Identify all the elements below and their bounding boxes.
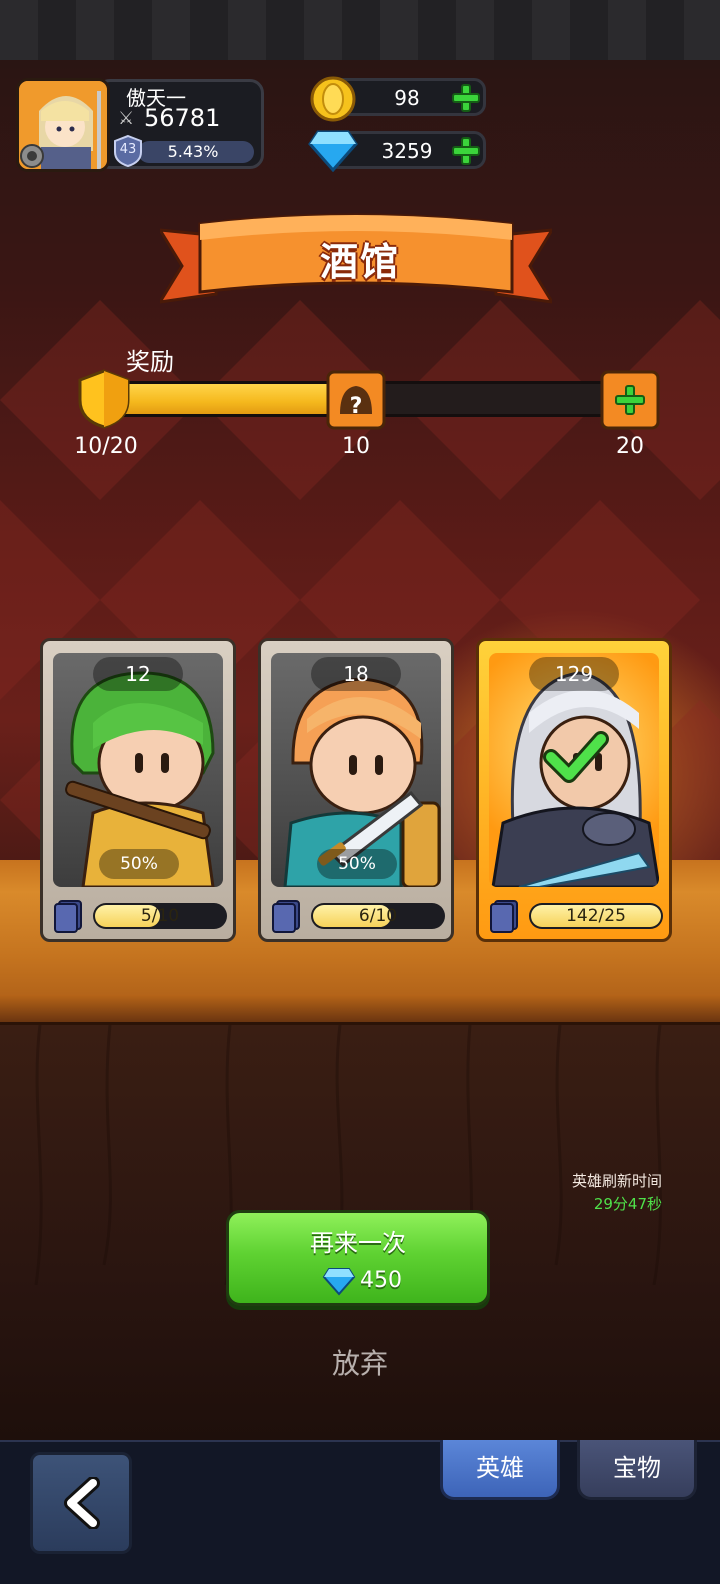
fragment-bar: 6/10 bbox=[311, 903, 445, 929]
card-deck-icon bbox=[490, 900, 518, 933]
milestone-1-label: 10 bbox=[342, 434, 370, 459]
fragment-count: 6/10 bbox=[358, 906, 398, 926]
fragment-count: 142/25 bbox=[566, 906, 626, 926]
diamond-gem-icon bbox=[322, 1268, 356, 1296]
hero-count: 18 bbox=[311, 657, 401, 691]
draw-again-cost: 450 bbox=[360, 1268, 402, 1293]
page-title: 酒馆 bbox=[319, 240, 400, 284]
card-deck-icon bbox=[54, 900, 82, 933]
settings-gear-icon[interactable] bbox=[18, 142, 46, 170]
reward-label: 奖励 bbox=[126, 348, 174, 376]
hero-card-2[interactable]: 18 50% 6/10 bbox=[258, 638, 454, 942]
player-power: 56781 bbox=[144, 104, 221, 132]
refresh-countdown: 29分47秒 bbox=[593, 1195, 662, 1213]
hero-portrait-frame: 12 50% bbox=[53, 653, 223, 887]
hero-card-1[interactable]: 12 50% 5/10 bbox=[40, 638, 236, 942]
hero-portrait-frame: 18 50% bbox=[271, 653, 441, 887]
draw-again-label: 再来一次 bbox=[310, 1229, 406, 1257]
diamond-gem-icon bbox=[308, 130, 358, 172]
hero-percent: 50% bbox=[317, 849, 397, 879]
gold-coin-icon bbox=[310, 76, 356, 122]
gold-shield-icon bbox=[78, 369, 130, 429]
card-deck-icon bbox=[272, 900, 300, 933]
crossed-swords-icon: ⚔ bbox=[118, 108, 135, 129]
bonus-reward-icon[interactable] bbox=[600, 370, 660, 430]
reward-progress-text: 10/20 bbox=[74, 434, 138, 459]
fragment-bar: 5/10 bbox=[93, 903, 227, 929]
gold-amount: 98 bbox=[394, 86, 420, 110]
hero-count: 12 bbox=[93, 657, 183, 691]
mystery-reward-icon[interactable]: ? bbox=[326, 370, 386, 430]
counter-edge bbox=[0, 995, 720, 1025]
refresh-label: 英雄刷新时间 bbox=[571, 1172, 662, 1190]
milestone-2-label: 20 bbox=[616, 434, 644, 459]
hero-percent: 50% bbox=[99, 849, 179, 879]
add-gold-icon[interactable] bbox=[450, 82, 482, 114]
svg-text:?: ? bbox=[350, 394, 363, 419]
tab-heroes[interactable]: 英雄 bbox=[440, 1440, 560, 1500]
hero-card-3[interactable]: 129 142/25 bbox=[476, 638, 672, 942]
tab-treasure[interactable]: 宝物 bbox=[577, 1440, 697, 1500]
hero-count: 129 bbox=[529, 657, 619, 691]
abandon-button[interactable]: 放弃 bbox=[300, 1342, 420, 1382]
fragment-bar: 142/25 bbox=[529, 903, 663, 929]
experience-percent: 5.43% bbox=[167, 142, 219, 161]
back-button[interactable] bbox=[30, 1452, 132, 1554]
checkmark-icon bbox=[543, 731, 609, 783]
add-gem-icon[interactable] bbox=[450, 135, 482, 167]
chevron-left-icon bbox=[64, 1477, 100, 1529]
fragment-count: 5/10 bbox=[140, 906, 180, 926]
gem-amount: 3259 bbox=[381, 139, 433, 163]
reward-progress-fill bbox=[100, 384, 360, 414]
